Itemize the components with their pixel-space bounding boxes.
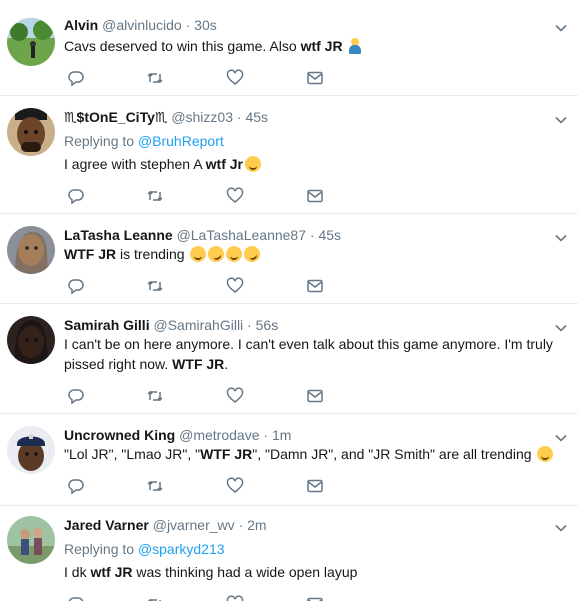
envelope-icon[interactable]: [306, 187, 324, 205]
heart-icon[interactable]: [226, 595, 244, 601]
tweet-text: Cavs deserved to win this game. Also wtf…: [64, 36, 564, 56]
tweet[interactable]: Uncrowned King @metrodave · 1m "Lol JR",…: [0, 414, 578, 506]
separator: ·: [259, 427, 272, 443]
tweet-actions: [64, 477, 364, 495]
timestamp[interactable]: 1m: [272, 427, 291, 443]
tweet-header: Jared Varner @jvarner_wv · 2m: [64, 516, 267, 534]
display-name[interactable]: LaTasha Leanne: [64, 227, 173, 243]
rofl-emoji: [241, 243, 264, 265]
display-name[interactable]: Jared Varner: [64, 517, 149, 533]
reply-link[interactable]: @BruhReport: [138, 133, 224, 149]
timestamp[interactable]: 30s: [194, 17, 217, 33]
heart-icon[interactable]: [226, 477, 244, 495]
tweet-header: Alvin @alvinlucido · 30s: [64, 16, 217, 34]
reply-icon[interactable]: [67, 387, 85, 405]
tweet-actions: [64, 69, 364, 87]
display-name[interactable]: Uncrowned King: [64, 427, 175, 443]
avatar[interactable]: [7, 426, 55, 474]
chevron-down-icon[interactable]: [554, 431, 568, 445]
handle[interactable]: @jvarner_wv: [153, 517, 235, 533]
handle[interactable]: @shizz03: [171, 109, 233, 125]
handle[interactable]: @alvinlucido: [102, 17, 182, 33]
handle[interactable]: @LaTashaLeanne87: [177, 227, 306, 243]
separator: ·: [181, 17, 195, 33]
avatar[interactable]: [7, 226, 55, 274]
heart-icon[interactable]: [226, 69, 244, 87]
handle[interactable]: @metrodave: [179, 427, 259, 443]
display-name[interactable]: ♏$tOnE_CiTy♏: [64, 109, 167, 125]
avatar[interactable]: [7, 516, 55, 564]
envelope-icon[interactable]: [306, 477, 324, 495]
person-shrugging-emoji: [348, 38, 362, 54]
joy-emoji: [537, 446, 554, 462]
tweet[interactable]: Alvin @alvinlucido · 30s Cavs deserved t…: [0, 6, 578, 96]
reply-icon[interactable]: [67, 277, 85, 295]
avatar[interactable]: [7, 108, 55, 156]
tweet-actions: [64, 595, 364, 601]
separator: ·: [233, 109, 246, 125]
retweet-icon[interactable]: [146, 477, 164, 495]
reply-icon[interactable]: [67, 187, 85, 205]
tweet-header: ♏$tOnE_CiTy♏ @shizz03 · 45s: [64, 108, 268, 126]
timestamp[interactable]: 2m: [247, 517, 266, 533]
retweet-icon[interactable]: [146, 187, 164, 205]
chevron-down-icon[interactable]: [554, 231, 568, 245]
flushed-face-emoji: [245, 156, 261, 172]
retweet-icon[interactable]: [146, 387, 164, 405]
heart-icon[interactable]: [226, 187, 244, 205]
retweet-icon[interactable]: [146, 69, 164, 87]
reply-link[interactable]: @sparkyd213: [138, 541, 225, 557]
handle[interactable]: @SamirahGilli: [153, 317, 243, 333]
timestamp[interactable]: 45s: [318, 227, 341, 243]
tweet-text: I can't be on here anymore. I can't even…: [64, 336, 553, 372]
reply-icon[interactable]: [67, 595, 85, 601]
rofl-emoji: [205, 243, 228, 265]
tweet-header: Samirah Gilli @SamirahGilli · 56s: [64, 316, 278, 334]
tweet-actions: [64, 387, 364, 405]
chevron-down-icon[interactable]: [554, 21, 568, 35]
separator: ·: [306, 227, 319, 243]
chevron-down-icon[interactable]: [554, 113, 568, 127]
tweet[interactable]: ♏$tOnE_CiTy♏ @shizz03 · 45s Replying to …: [0, 96, 578, 214]
separator: ·: [234, 517, 248, 533]
replying-to: Replying to @BruhReport: [64, 133, 224, 149]
envelope-icon[interactable]: [306, 277, 324, 295]
timestamp[interactable]: 56s: [256, 317, 279, 333]
chevron-down-icon[interactable]: [554, 321, 568, 335]
tweet-text: WTF JR is trending: [64, 243, 564, 265]
avatar[interactable]: [7, 18, 55, 66]
retweet-icon[interactable]: [146, 595, 164, 601]
tweet[interactable]: Jared Varner @jvarner_wv · 2m Replying t…: [0, 506, 578, 601]
heart-icon[interactable]: [226, 277, 244, 295]
tweet-actions: [64, 187, 364, 205]
reply-icon[interactable]: [67, 477, 85, 495]
tweet-text: "Lol JR", "Lmao JR", "WTF JR", "Damn JR"…: [64, 444, 564, 464]
display-name[interactable]: Samirah Gilli: [64, 317, 150, 333]
tweet-header: LaTasha Leanne @LaTashaLeanne87 · 45s: [64, 226, 341, 244]
tweet-actions: [64, 277, 364, 295]
display-name[interactable]: Alvin: [64, 17, 98, 33]
tweet-feed: Alvin @alvinlucido · 30s Cavs deserved t…: [0, 0, 578, 601]
tweet[interactable]: Samirah Gilli @SamirahGilli · 56s I can'…: [0, 304, 578, 414]
envelope-icon[interactable]: [306, 69, 324, 87]
timestamp[interactable]: 45s: [245, 109, 268, 125]
heart-icon[interactable]: [226, 387, 244, 405]
envelope-icon[interactable]: [306, 387, 324, 405]
reply-icon[interactable]: [67, 69, 85, 87]
envelope-icon[interactable]: [306, 595, 324, 601]
tweet-text: I agree with stephen A wtf Jr: [64, 154, 564, 174]
joy-emoji: [226, 246, 243, 262]
avatar[interactable]: [7, 316, 55, 364]
chevron-down-icon[interactable]: [554, 521, 568, 535]
retweet-icon[interactable]: [146, 277, 164, 295]
tweet[interactable]: LaTasha Leanne @LaTashaLeanne87 · 45s WT…: [0, 214, 578, 304]
replying-to: Replying to @sparkyd213: [64, 541, 225, 557]
tweet-text: I dk wtf JR was thinking had a wide open…: [64, 564, 358, 580]
tweet-header: Uncrowned King @metrodave · 1m: [64, 426, 291, 444]
joy-emoji: [190, 246, 207, 262]
separator: ·: [243, 317, 256, 333]
